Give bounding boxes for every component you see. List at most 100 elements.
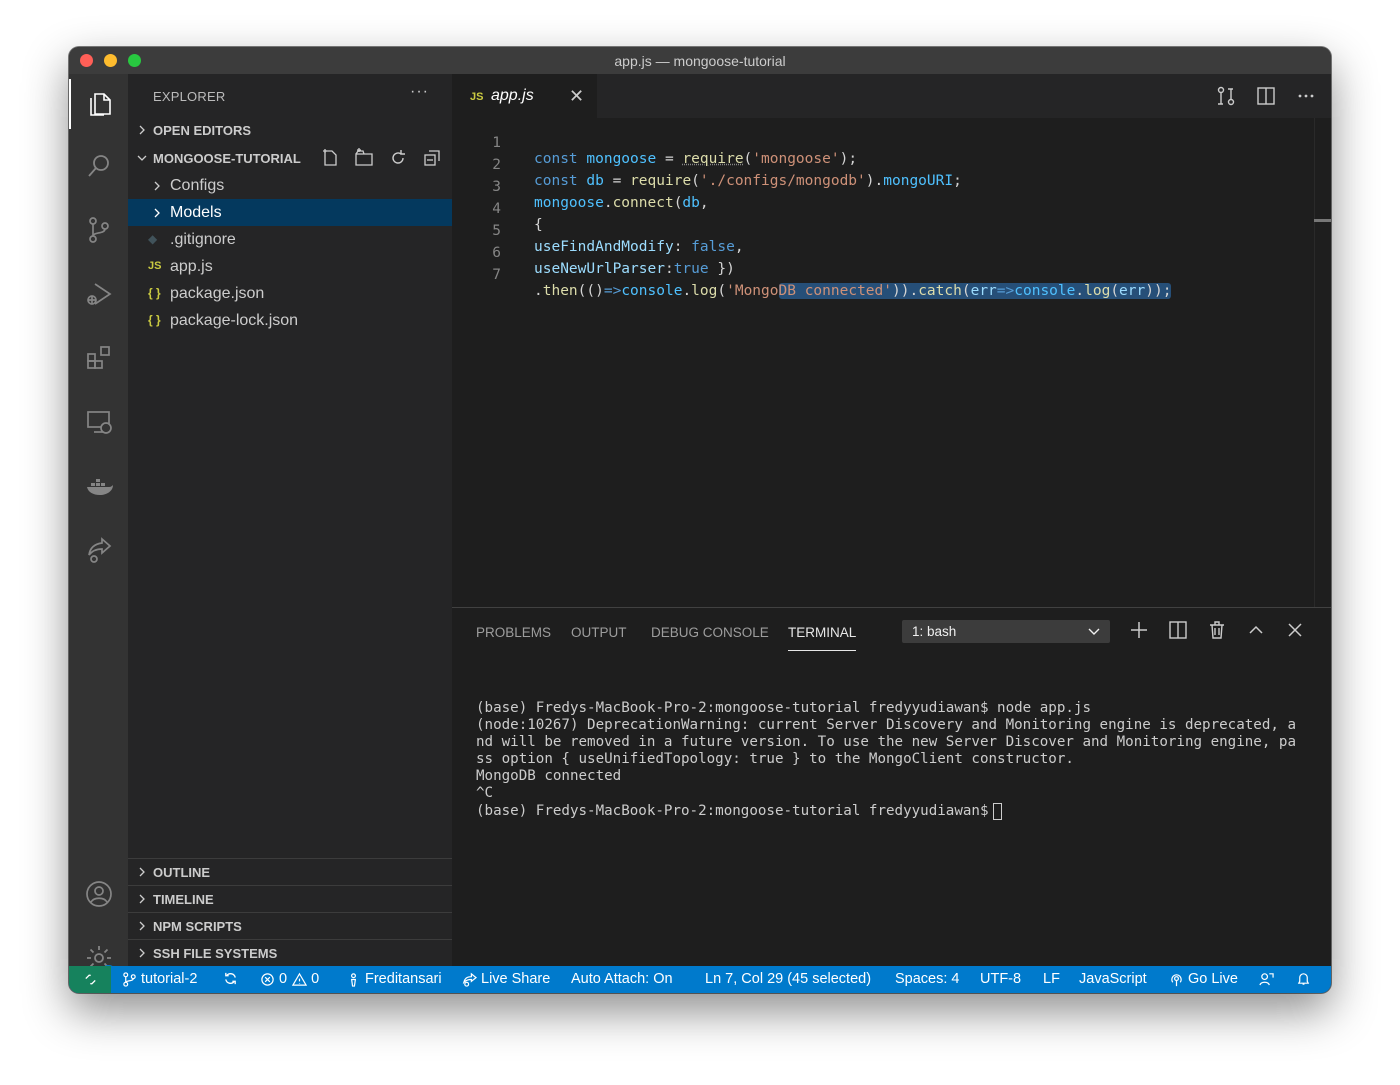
cursor-position-label: Ln 7, Col 29 (45 selected): [705, 971, 872, 987]
go-live-button[interactable]: Go Live: [1169, 971, 1238, 987]
run-debug-icon[interactable]: [69, 269, 128, 319]
chevron-right-icon: [139, 125, 145, 135]
tab-output[interactable]: OUTPUT: [571, 625, 627, 640]
explorer-title: EXPLORER: [153, 89, 226, 104]
project-label: MONGOOSE-TUTORIAL: [153, 151, 301, 166]
new-file-icon[interactable]: [320, 148, 340, 168]
json-file-icon: { }: [148, 313, 161, 327]
notifications-button[interactable]: [1296, 971, 1315, 986]
new-terminal-icon[interactable]: [1128, 619, 1150, 641]
terminal-line: (node:10267) DeprecationWarning: current…: [476, 717, 1296, 733]
tab-debug-console[interactable]: DEBUG CONSOLE: [651, 625, 769, 640]
branch-indicator[interactable]: tutorial-2: [122, 971, 197, 987]
vscode-window: app.js — mongoose-tutorial EXPLORER ··· …: [69, 47, 1331, 993]
timeline-section[interactable]: TIMELINE: [128, 885, 452, 912]
language-label: JavaScript: [1079, 971, 1147, 987]
tab-app-js[interactable]: JS app.js ✕: [452, 74, 597, 118]
git-branch-icon: [123, 971, 136, 987]
feedback-button[interactable]: [1259, 971, 1278, 986]
chevron-up-icon[interactable]: [1245, 619, 1267, 641]
project-section[interactable]: MONGOOSE-TUTORIAL: [128, 145, 452, 172]
terminal-prompt-line[interactable]: (base) Fredys-MacBook-Pro-2:mongoose-tut…: [476, 803, 1002, 820]
tree-item-models[interactable]: Models: [128, 199, 452, 226]
remote-explorer-icon[interactable]: [69, 397, 128, 447]
encoding-indicator[interactable]: UTF-8: [980, 971, 1021, 987]
status-bar: tutorial-2 0 0 Freditansari Live Share A…: [69, 966, 1331, 993]
tab-label: app.js: [491, 87, 534, 104]
code-line: 1 const mongoose = require('mongoose');: [452, 119, 1312, 167]
code-line: 5 useFindAndModify: false,: [452, 207, 1312, 255]
ssh-file-systems-section[interactable]: SSH FILE SYSTEMS: [128, 939, 452, 966]
split-terminal-icon[interactable]: [1167, 619, 1189, 641]
line-number: 7: [492, 267, 501, 283]
js-file-icon: JS: [148, 260, 162, 272]
tree-item-app-js[interactable]: JS app.js: [128, 253, 452, 280]
code-editor[interactable]: 1 const mongoose = require('mongoose'); …: [452, 118, 1331, 607]
maximize-window-button[interactable]: [128, 54, 141, 67]
live-share-icon[interactable]: [69, 525, 128, 575]
terminal-line: ss option { useUnifiedTopology: true } t…: [476, 751, 1074, 767]
open-editors-section[interactable]: OPEN EDITORS: [128, 117, 452, 144]
user-indicator[interactable]: Freditansari: [346, 971, 442, 987]
tree-item-package-json[interactable]: { } package.json: [128, 280, 452, 307]
feedback-icon: [1259, 973, 1274, 986]
bell-icon: [1297, 973, 1310, 985]
explorer-sidebar: EXPLORER ··· OPEN EDITORS MONGOOSE-TUTOR…: [128, 74, 452, 966]
code-line: 6 useNewUrlParser:true }): [452, 229, 1312, 277]
sync-button[interactable]: [223, 971, 242, 986]
title-bar: app.js — mongoose-tutorial: [69, 47, 1331, 74]
close-panel-icon[interactable]: [1284, 619, 1306, 641]
terminal-line: (base) Fredys-MacBook-Pro-2:mongoose-tut…: [476, 700, 1091, 716]
refresh-icon[interactable]: [388, 148, 408, 168]
docker-icon[interactable]: [69, 461, 128, 511]
extensions-icon[interactable]: [69, 333, 128, 383]
auto-attach-toggle[interactable]: Auto Attach: On: [571, 971, 673, 987]
close-tab-button[interactable]: ✕: [569, 86, 584, 107]
line-code: .then(()=>console.log('MongoDB connected…: [534, 283, 1172, 299]
more-actions-icon[interactable]: [1295, 85, 1317, 107]
account-icon[interactable]: [69, 869, 128, 919]
files-icon[interactable]: [69, 79, 128, 129]
open-changes-icon[interactable]: [1215, 85, 1237, 107]
eol-label: LF: [1043, 971, 1060, 987]
close-window-button[interactable]: [80, 54, 93, 67]
terminal-select-value: 1: bash: [912, 624, 957, 639]
terminal-cursor: [992, 803, 1002, 820]
terminal-line: ^C: [476, 785, 494, 801]
tree-item-gitignore[interactable]: ◆ .gitignore: [128, 226, 452, 253]
trash-icon[interactable]: [1206, 619, 1228, 641]
new-folder-icon[interactable]: [354, 148, 374, 168]
live-share-button[interactable]: Live Share: [462, 971, 550, 987]
tree-item-label: Configs: [170, 177, 225, 194]
tree-item-label: Models: [170, 204, 222, 221]
explorer-more-actions[interactable]: ···: [410, 83, 429, 101]
cursor-position[interactable]: Ln 7, Col 29 (45 selected): [705, 971, 871, 987]
outline-section[interactable]: OUTLINE: [128, 858, 452, 885]
json-file-icon: { }: [148, 286, 161, 300]
search-icon[interactable]: [69, 141, 128, 191]
explorer-actions: [320, 148, 442, 168]
indentation-indicator[interactable]: Spaces: 4: [895, 971, 960, 987]
sync-icon: [225, 972, 236, 985]
tab-problems[interactable]: PROBLEMS: [476, 625, 551, 640]
terminal-select[interactable]: 1: bash: [902, 620, 1110, 643]
source-control-icon[interactable]: [69, 205, 128, 255]
remote-indicator[interactable]: [69, 966, 111, 993]
split-editor-icon[interactable]: [1255, 85, 1277, 107]
tree-item-label: .gitignore: [170, 231, 236, 248]
collapse-all-icon[interactable]: [422, 148, 442, 168]
minimize-window-button[interactable]: [104, 54, 117, 67]
code-line: 4 {: [452, 185, 1312, 233]
section-label: NPM SCRIPTS: [153, 918, 242, 934]
section-label: TIMELINE: [153, 891, 214, 907]
npm-scripts-section[interactable]: NPM SCRIPTS: [128, 912, 452, 939]
editor-scrollbar[interactable]: [1314, 118, 1315, 607]
live-share-label: Live Share: [481, 971, 551, 987]
problems-indicator[interactable]: 0 0: [260, 971, 319, 987]
tree-item-package-lock-json[interactable]: { } package-lock.json: [128, 307, 452, 334]
chevron-right-icon: [154, 208, 160, 218]
tree-item-configs[interactable]: Configs: [128, 172, 452, 199]
tab-terminal[interactable]: TERMINAL: [788, 625, 857, 651]
eol-indicator[interactable]: LF: [1043, 971, 1060, 987]
language-mode[interactable]: JavaScript: [1079, 971, 1147, 987]
